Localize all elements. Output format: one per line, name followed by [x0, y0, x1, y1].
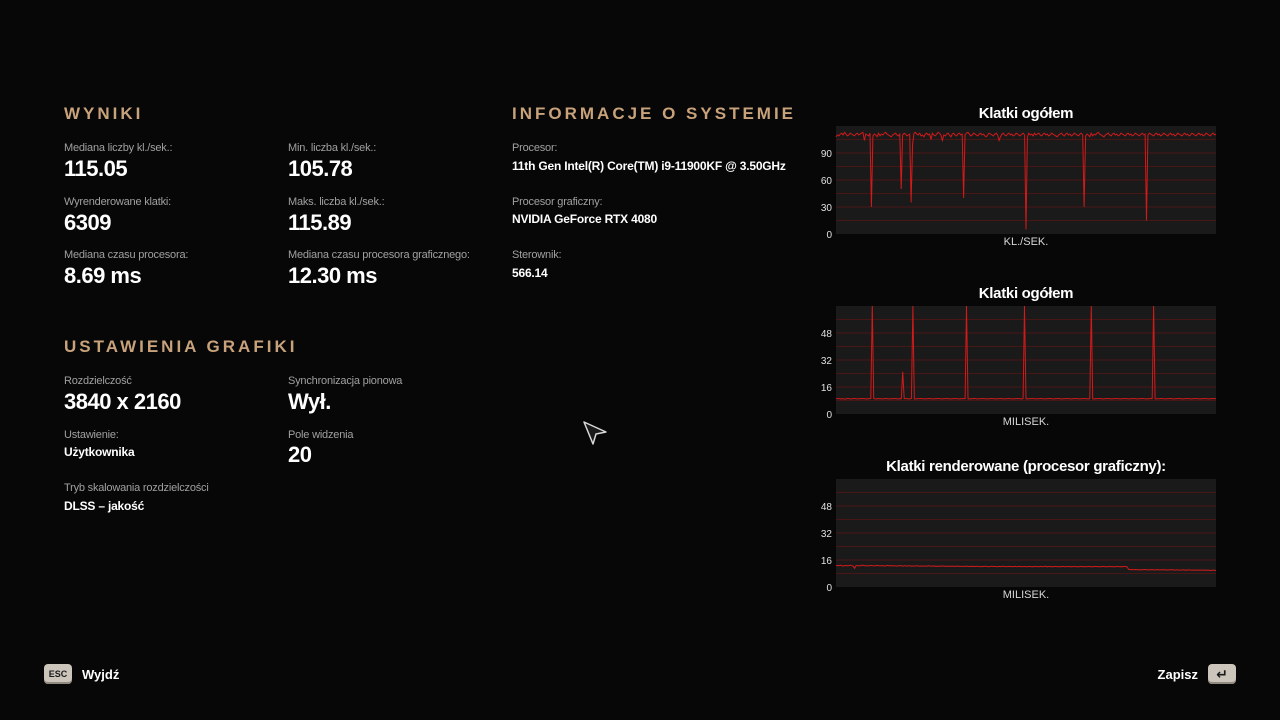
cpu-value: 11th Gen Intel(R) Core(TM) i9-11900KF @ … [512, 159, 786, 173]
y-tick-label: 16 [821, 556, 833, 567]
y-tick-label: 32 [821, 529, 833, 540]
y-tick-label: 48 [821, 329, 833, 340]
max-fps-label: Maks. liczba kl./sek.: [288, 196, 385, 208]
driver-label: Sterownik: [512, 249, 562, 261]
save-button[interactable]: Zapisz ↵ [1158, 664, 1236, 684]
resolution-value: 3840 x 2160 [64, 389, 181, 414]
gpu-label: Procesor graficzny: [512, 196, 603, 208]
y-tick-label: 48 [821, 502, 833, 513]
y-tick-label: 16 [821, 383, 833, 394]
preset-value: Użytkownika [64, 445, 135, 459]
rendered-frames-value: 6309 [64, 210, 111, 235]
y-tick-label: 0 [826, 230, 832, 241]
preset-label: Ustawienie: [64, 429, 119, 441]
min-fps-label: Min. liczba kl./sek.: [288, 142, 377, 154]
y-tick-label: 32 [821, 356, 833, 367]
fov-label: Pole widzenia [288, 429, 354, 441]
min-fps-value: 105.78 [288, 156, 353, 181]
exit-label: Wyjdź [82, 666, 120, 682]
y-tick-label: 0 [826, 583, 832, 594]
median-fps-value: 115.05 [64, 156, 128, 181]
rendered-frames-label: Wyrenderowane klatki: [64, 196, 171, 208]
y-tick-label: 0 [826, 410, 832, 421]
scaling-label: Tryb skalowania rozdzielczości [64, 482, 209, 494]
cpu-time-label: Mediana czasu procesora: [64, 249, 189, 261]
vsync-label: Synchronizacja pionowa [288, 375, 403, 387]
y-tick-label: 90 [821, 149, 833, 160]
median-fps-label: Mediana liczby kl./sek.: [64, 142, 173, 154]
mouse-cursor-icon [583, 421, 607, 445]
gpu-value: NVIDIA GeForce RTX 4080 [512, 212, 658, 226]
system-heading: INFORMACJE O SYSTEMIE [512, 104, 797, 123]
chart-gpu-title: Klatki renderowane (procesor graficzny): [886, 458, 1166, 475]
gpu-time-value: 12.30 ms [288, 263, 377, 288]
graphics-heading: USTAWIENIA GRAFIKI [64, 337, 298, 356]
save-label: Zapisz [1157, 666, 1198, 682]
results-heading: WYNIKI [64, 104, 144, 123]
resolution-label: Rozdzielczość [64, 375, 132, 387]
chart-gpu-xlabel: MILISEK. [1002, 589, 1050, 601]
scaling-value: DLSS – jakość [64, 499, 145, 513]
chart-gpu-frametime: 0 16 32 48 [821, 479, 1217, 594]
cpu-label: Procesor: [512, 142, 558, 154]
max-fps-value: 115.89 [288, 210, 352, 235]
esc-key-icon: ESC [44, 664, 72, 684]
gpu-time-label: Mediana czasu procesora graficznego: [288, 249, 470, 261]
chart-fps-title: Klatki ogółem [978, 105, 1074, 122]
chart-fps-xlabel: KL./SEK. [1003, 236, 1049, 248]
driver-value: 566.14 [512, 266, 548, 280]
chart-frametime-title: Klatki ogółem [978, 285, 1074, 302]
chart-fps: 0 30 60 90 [821, 126, 1217, 241]
exit-button[interactable]: ESC Wyjdź [44, 664, 119, 684]
y-tick-label: 60 [821, 176, 833, 187]
y-tick-label: 30 [821, 203, 833, 214]
chart-frametime-xlabel: MILISEK. [1002, 416, 1050, 428]
enter-key-icon: ↵ [1208, 664, 1236, 684]
cpu-time-value: 8.69 ms [64, 263, 142, 288]
vsync-value: Wył. [288, 389, 331, 414]
chart-frametime: 0 16 32 48 [821, 305, 1217, 421]
fov-value: 20 [288, 442, 312, 467]
